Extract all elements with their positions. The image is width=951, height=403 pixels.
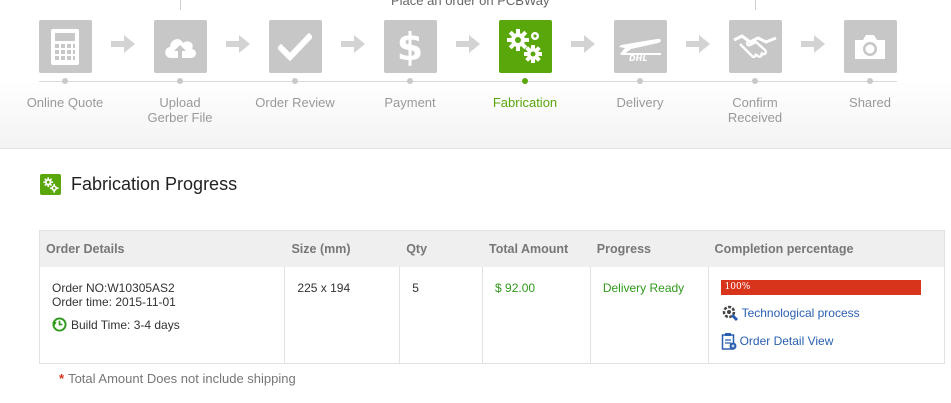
completion-progress-bar: 100% (720, 280, 921, 295)
column-header: Total Amount (489, 242, 569, 256)
step-dot (292, 78, 298, 84)
completion-cell: 100% Technological process Order Detail (709, 267, 944, 363)
wrench-gear-icon (722, 305, 738, 322)
table-row: Order NO:W10305AS2 Order time: 2015-11-0… (40, 267, 944, 363)
dollar-icon: $ (383, 20, 437, 73)
column-header: Completion percentage (714, 242, 854, 256)
checkmark-icon (268, 20, 322, 73)
step-dot (752, 78, 758, 84)
step-label: Order Review (255, 95, 335, 110)
column-header: Size (mm) (291, 242, 351, 256)
column-header: Qty (406, 242, 428, 256)
chevron-right-icon (111, 35, 135, 53)
stepper-banner: Place an order on PCBWay (391, 0, 550, 8)
order-stepper: Place an order on PCBWay Online Quote Up… (0, 0, 951, 149)
order-table: Order Details Size (mm) Qty Total Amount… (39, 230, 945, 364)
step-label: Delivery (616, 95, 664, 110)
clipboard-icon (721, 333, 737, 350)
step-confirm-received[interactable]: Confirm Received (700, 20, 810, 125)
svg-text:DHL: DHL (629, 54, 647, 63)
step-label: Confirm Received (727, 95, 783, 125)
technological-process-label: Technological process (741, 306, 860, 320)
column-header: Order Details (46, 242, 125, 256)
step-dot (522, 78, 528, 84)
step-label: Shared (849, 95, 891, 110)
dhl-plane-icon: DHL (613, 20, 667, 73)
column-header: Progress (596, 242, 651, 256)
handshake-icon (728, 20, 782, 73)
progress-status: Delivery Ready (591, 267, 709, 363)
section-title: Fabrication Progress (71, 174, 238, 194)
shipping-note: * Total Amount Does not include shipping (59, 371, 296, 386)
build-time-text: Build Time: 3-4 days (71, 317, 180, 332)
chevron-right-icon (801, 35, 825, 53)
chevron-right-icon (456, 35, 480, 53)
chevron-right-icon (226, 35, 250, 53)
step-online-quote[interactable]: Online Quote (10, 20, 120, 110)
section-header: Fabrication Progress (40, 174, 237, 195)
bracket-right (755, 0, 756, 10)
chevron-right-icon (341, 35, 365, 53)
step-upload-gerber[interactable]: Upload Gerber File (125, 20, 235, 125)
order-time: Order time: 2015-11-01 (52, 295, 176, 309)
shipping-note-text: Total Amount Does not include shipping (68, 371, 296, 386)
step-delivery[interactable]: DHL Delivery (585, 20, 695, 110)
step-shared[interactable]: Shared (815, 20, 925, 110)
step-label: Payment (384, 95, 436, 110)
step-label: Upload Gerber File (147, 95, 213, 125)
chevron-right-icon (571, 35, 595, 53)
table-header: Order Details Size (mm) Qty Total Amount… (40, 231, 944, 267)
bracket-left (180, 0, 181, 10)
technological-process-link[interactable]: Technological process (721, 304, 932, 322)
order-detail-view-link[interactable]: Order Detail View (721, 332, 932, 350)
qty-cell: 5 (400, 267, 484, 363)
step-order-review[interactable]: Order Review (240, 20, 350, 110)
step-dot (407, 78, 413, 84)
clock-icon (52, 317, 67, 332)
camera-icon (843, 20, 897, 73)
calculator-icon (38, 20, 92, 73)
order-details-cell: Order NO:W10305AS2 Order time: 2015-11-0… (40, 267, 286, 363)
step-dot (637, 78, 643, 84)
total-amount-cell: $ 92.00 (483, 267, 591, 363)
step-dot (62, 78, 68, 84)
step-dot (177, 78, 183, 84)
step-label: Fabrication (492, 95, 558, 110)
step-label: Online Quote (26, 95, 104, 110)
size-cell: 225 x 194 (285, 267, 401, 363)
order-number: Order NO:W10305AS2 (52, 281, 175, 295)
required-asterisk: * (59, 371, 65, 386)
step-fabrication[interactable]: Fabrication (470, 20, 580, 110)
gears-icon (40, 174, 61, 195)
gears-icon (498, 20, 552, 73)
step-payment[interactable]: $ Payment (355, 20, 465, 110)
build-time: Build Time: 3-4 days (52, 317, 272, 332)
order-detail-view-label: Order Detail View (739, 334, 834, 348)
cloud-upload-icon (153, 20, 207, 73)
chevron-right-icon (686, 35, 710, 53)
step-dot (867, 78, 873, 84)
